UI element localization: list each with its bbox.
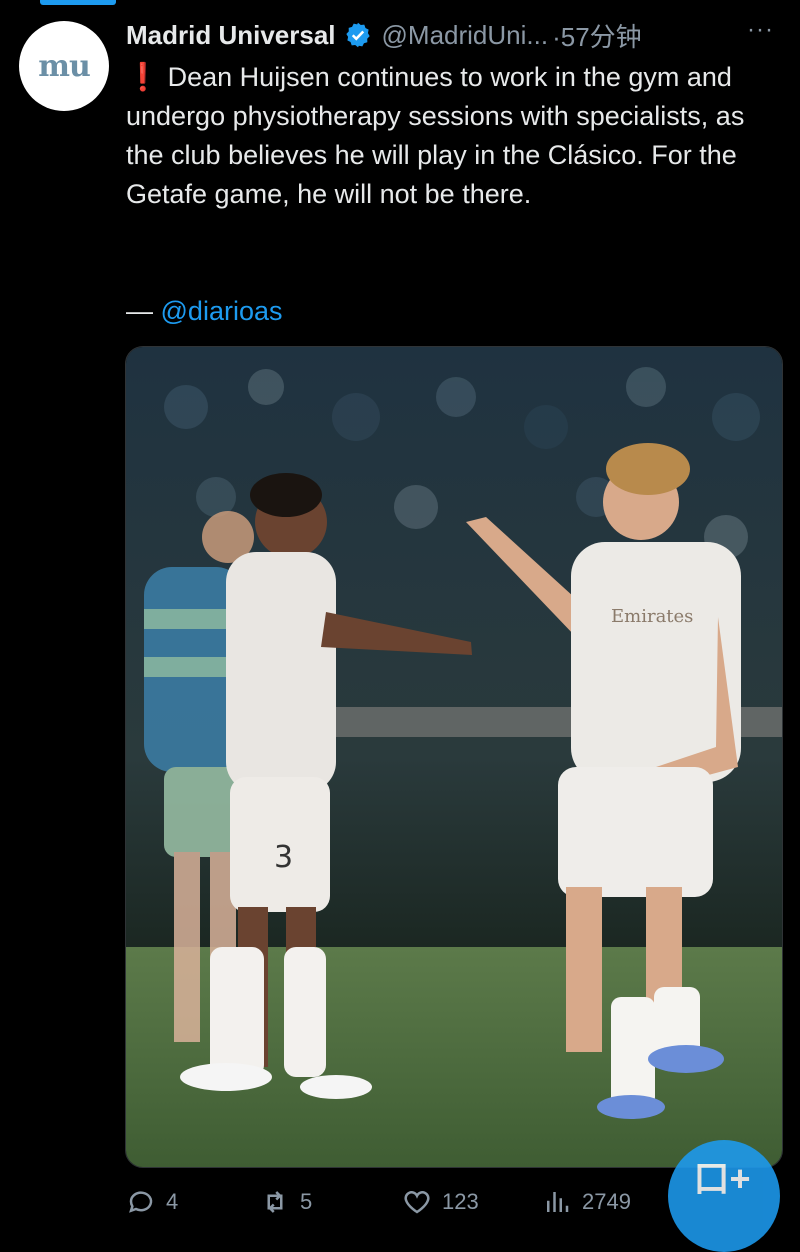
svg-text:Emirates: Emirates: [611, 606, 693, 627]
avatar-logo-text: mu: [38, 48, 91, 84]
retweet-icon: [267, 1191, 283, 1213]
author-avatar[interactable]: mu: [19, 21, 109, 111]
author-handle[interactable]: @MadridUni...: [382, 20, 549, 51]
verified-badge-icon: [345, 22, 370, 48]
football-photo-icon: 3 Emirates: [126, 347, 782, 1167]
credit-mention-link[interactable]: @diarioas: [161, 296, 283, 326]
like-count: 123: [442, 1189, 479, 1214]
views-count: 2749: [582, 1189, 631, 1214]
more-options-icon[interactable]: ···: [747, 16, 774, 44]
reply-count: 4: [166, 1189, 179, 1214]
credit-dash: —: [126, 296, 161, 326]
tweet-time[interactable]: ·57分钟: [552, 17, 642, 54]
like-button[interactable]: 123: [402, 1180, 479, 1224]
tweet-header: Madrid Universal @MadridUni... ·57分钟 ···: [126, 14, 780, 56]
views-chart-icon: [547, 1192, 569, 1212]
tweet-text: ❗ Dean Huijsen continues to work in the g…: [126, 58, 786, 214]
author-name[interactable]: Madrid Universal: [126, 20, 336, 51]
alert-icon: ❗: [126, 62, 160, 92]
reply-icon: [129, 1191, 153, 1213]
tweet-body: Dean Huijsen continues to work in the gy…: [126, 62, 745, 209]
retweet-count: 5: [300, 1189, 313, 1214]
tweet-credit: — @diarioas: [126, 292, 282, 331]
bookmark-share-fab[interactable]: 口+: [668, 1140, 780, 1252]
bookmark-plus-icon: 口+: [693, 1158, 751, 1199]
views-button[interactable]: 2749: [542, 1180, 631, 1224]
svg-text:3: 3: [274, 840, 293, 875]
tweet-media-photo[interactable]: 3 Emirates: [125, 346, 783, 1168]
reply-button[interactable]: 4: [126, 1180, 178, 1224]
retweet-button[interactable]: 5: [260, 1180, 312, 1224]
heart-icon: [404, 1191, 430, 1214]
top-tab-indicator: [40, 0, 116, 5]
